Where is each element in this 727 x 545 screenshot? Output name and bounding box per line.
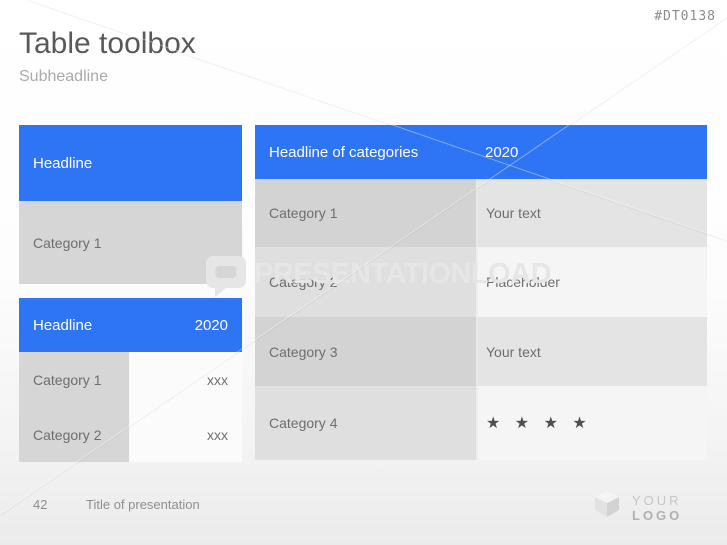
cube-icon <box>592 489 622 524</box>
page-subtitle: Subheadline <box>19 68 108 86</box>
table-two-col-header-label: Headline <box>33 317 92 334</box>
page-title: Table toolbox <box>19 27 196 61</box>
row-value: xxx <box>131 407 242 462</box>
table-row: Category 2 Placeholder <box>255 247 707 317</box>
row-label: Category 4 <box>255 386 478 460</box>
table-two-col-header-year: 2020 <box>195 317 228 334</box>
logo-text: YOUR LOGO <box>632 493 727 523</box>
product-code: #DT0138 <box>654 9 716 24</box>
table-row: Category 1 xxx <box>19 352 242 407</box>
logo-word-bold: LOGO <box>632 508 682 523</box>
rating-stars: ★ ★ ★ ★ <box>478 386 707 460</box>
row-value: Placeholder <box>478 247 707 317</box>
table-categories-header-label: Headline of categories <box>269 144 418 161</box>
row-label: Category 1 <box>255 179 478 247</box>
row-label: Category 3 <box>255 317 478 386</box>
logo: YOUR LOGO <box>592 489 727 524</box>
row-label: Category 1 <box>19 352 131 407</box>
row-value: Your text <box>478 317 707 386</box>
table-row: Category 3 Your text <box>255 317 707 386</box>
table-two-col-header: Headline 2020 <box>19 298 242 352</box>
table-categories-header-year: 2020 <box>485 144 518 161</box>
table-two-col: Headline 2020 Category 1 xxx Category 2 … <box>19 298 242 462</box>
table-row: Category 4 ★ ★ ★ ★ <box>255 386 707 460</box>
table-categories: Headline of categories 2020 Category 1 Y… <box>255 125 707 460</box>
table-row: Category 1 <box>19 201 242 284</box>
row-label: Category 2 <box>255 247 478 317</box>
table-simple-header: Headline <box>19 125 242 201</box>
logo-word-light: YOUR <box>632 493 682 508</box>
page-number: 42 <box>33 497 47 512</box>
table-row: Category 2 xxx <box>19 407 242 462</box>
table-simple: Headline Category 1 <box>19 125 242 284</box>
row-value: xxx <box>131 352 242 407</box>
row-label: Category 2 <box>19 407 131 462</box>
row-value: Your text <box>478 179 707 247</box>
presentation-title: Title of presentation <box>86 497 200 512</box>
slide: #DT0138 Table toolbox Subheadline Headli… <box>0 0 727 545</box>
table-row: Category 1 Your text <box>255 179 707 247</box>
table-categories-header: Headline of categories 2020 <box>255 125 707 179</box>
